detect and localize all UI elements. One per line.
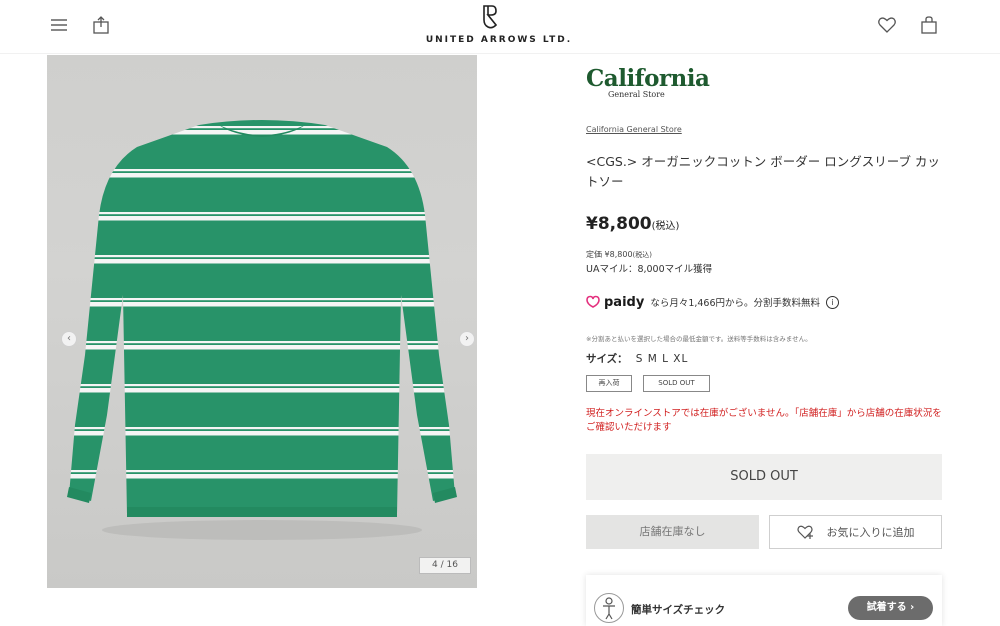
site-header: UNITED ARROWS LTD. xyxy=(0,0,1000,54)
brand-logo[interactable]: California General Store xyxy=(586,65,710,100)
gallery-prev-button[interactable]: ‹ xyxy=(61,331,77,347)
paidy-brand: paidy xyxy=(604,294,645,310)
image-counter: 4 / 16 xyxy=(419,557,471,574)
shopping-bag-icon[interactable] xyxy=(918,14,940,36)
store-stock-button[interactable]: 店舗在庫なし xyxy=(586,515,759,549)
add-to-favorites-button[interactable]: お気に入りに追加 xyxy=(769,515,942,549)
regular-price-value: 定価 ¥8,800 xyxy=(586,250,633,259)
size-check-panel: 簡単サイズチェック 試着する › xyxy=(586,575,942,626)
hamburger-menu-icon[interactable] xyxy=(48,14,70,36)
regular-price: 定価 ¥8,800(税込) xyxy=(586,249,652,260)
paidy-note: ※分割あと払いを選択した場合の最低金額です。送料等手数料は含みません。 xyxy=(586,335,812,343)
price-tax: (税込) xyxy=(651,221,680,232)
share-icon[interactable] xyxy=(90,14,112,36)
ua-miles: UAマイル：8,000マイル獲得 xyxy=(586,264,713,275)
try-on-button[interactable]: 試着する › xyxy=(848,596,933,620)
size-check-icon xyxy=(594,593,624,623)
size-label: サイズ： xyxy=(586,353,628,365)
soldout-badge[interactable]: SOLD OUT xyxy=(643,375,710,392)
logo-text: UNITED ARROWS LTD. xyxy=(425,35,573,45)
product-image-gallery[interactable]: ‹ › 4 / 16 xyxy=(47,55,477,588)
brand-link[interactable]: California General Store xyxy=(586,125,682,134)
info-icon[interactable]: i xyxy=(826,295,840,309)
product-image-striped-longsleeve xyxy=(67,120,457,540)
favorite-button-label: お気に入りに追加 xyxy=(826,526,915,539)
united-arrows-logo-icon[interactable] xyxy=(478,3,502,31)
stock-message: 現在オンラインストアでは在庫がございません。「店舗在庫」から店舗の在庫状況をご確… xyxy=(586,408,942,433)
heart-plus-icon xyxy=(796,525,813,539)
gallery-next-button[interactable]: › xyxy=(459,331,475,347)
soldout-button[interactable]: SOLD OUT xyxy=(586,454,942,500)
brand-logo-main: California xyxy=(586,65,710,92)
size-values: S M L XL xyxy=(635,353,689,365)
regular-price-tax: (税込) xyxy=(632,251,653,259)
paidy-row: paidy なら月々1,466円から。分割手数料無料 i xyxy=(586,293,840,311)
product-title: <CGS.> オーガニックコットン ボーダー ロングスリーブ カットソー xyxy=(586,154,940,189)
product-price: ¥8,800(税込) xyxy=(586,214,679,234)
paidy-logo-icon xyxy=(586,295,600,308)
paidy-text: なら月々1,466円から。分割手数料無料 xyxy=(650,298,821,309)
size-check-label: 簡単サイズチェック xyxy=(631,604,726,616)
price-value: ¥8,800 xyxy=(586,214,652,234)
heart-icon[interactable] xyxy=(876,14,898,36)
restock-badge[interactable]: 再入荷 xyxy=(586,375,632,392)
size-row: サイズ： S M L XL xyxy=(586,351,688,366)
